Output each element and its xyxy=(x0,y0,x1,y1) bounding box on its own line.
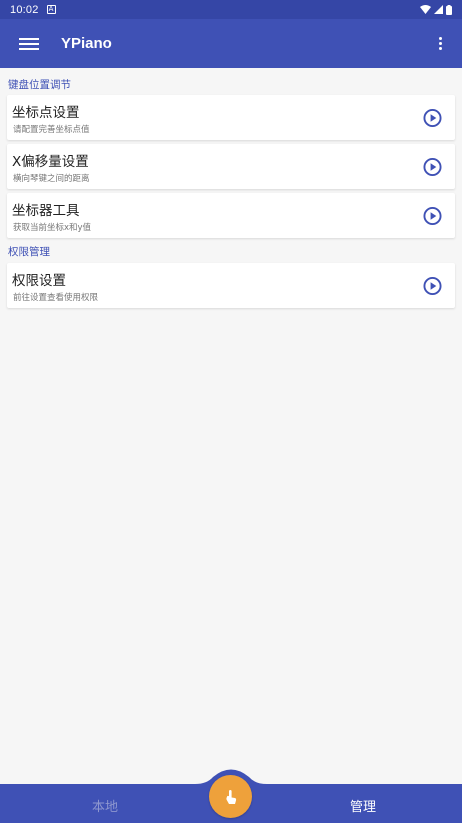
play-circle-icon[interactable] xyxy=(423,276,442,295)
card-x-offset[interactable]: X偏移量设置 横向琴键之间的距离 xyxy=(7,144,455,189)
status-time: 10:02 xyxy=(10,3,39,16)
more-vert-icon[interactable] xyxy=(439,37,442,50)
app-title: YPiano xyxy=(61,35,112,52)
card-title: 坐标点设置 xyxy=(12,105,80,121)
wifi-icon xyxy=(420,5,431,14)
fab-button[interactable] xyxy=(209,775,252,818)
card-subtitle: 前往设置查看使用权限 xyxy=(13,293,99,303)
nav-item-local[interactable]: 本地 xyxy=(92,796,118,815)
card-title: 权限设置 xyxy=(12,273,66,289)
status-bar: 10:02 A xyxy=(0,0,462,19)
hamburger-icon[interactable] xyxy=(19,37,39,50)
battery-icon xyxy=(446,4,452,15)
play-circle-icon[interactable] xyxy=(423,206,442,225)
card-subtitle: 获取当前坐标x和y值 xyxy=(13,223,92,233)
play-circle-icon[interactable] xyxy=(423,108,442,127)
section-header-keyboard: 键盘位置调节 xyxy=(8,79,71,91)
app-bar: YPiano xyxy=(0,19,462,68)
card-subtitle: 横向琴键之间的距离 xyxy=(13,174,90,184)
touch-icon xyxy=(225,789,236,804)
card-title: X偏移量设置 xyxy=(12,154,89,170)
status-icons xyxy=(420,4,452,15)
section-header-permissions: 权限管理 xyxy=(8,246,50,258)
nav-item-manage[interactable]: 管理 xyxy=(350,796,376,815)
card-coordinate-points[interactable]: 坐标点设置 请配置完善坐标点值 xyxy=(7,95,455,140)
card-subtitle: 请配置完善坐标点值 xyxy=(13,125,90,135)
play-circle-icon[interactable] xyxy=(423,157,442,176)
card-coordinate-tool[interactable]: 坐标器工具 获取当前坐标x和y值 xyxy=(7,193,455,238)
card-permission-settings[interactable]: 权限设置 前往设置查看使用权限 xyxy=(7,263,455,308)
signal-icon xyxy=(434,5,443,14)
card-title: 坐标器工具 xyxy=(12,203,80,219)
notification-icon: A xyxy=(46,5,56,14)
